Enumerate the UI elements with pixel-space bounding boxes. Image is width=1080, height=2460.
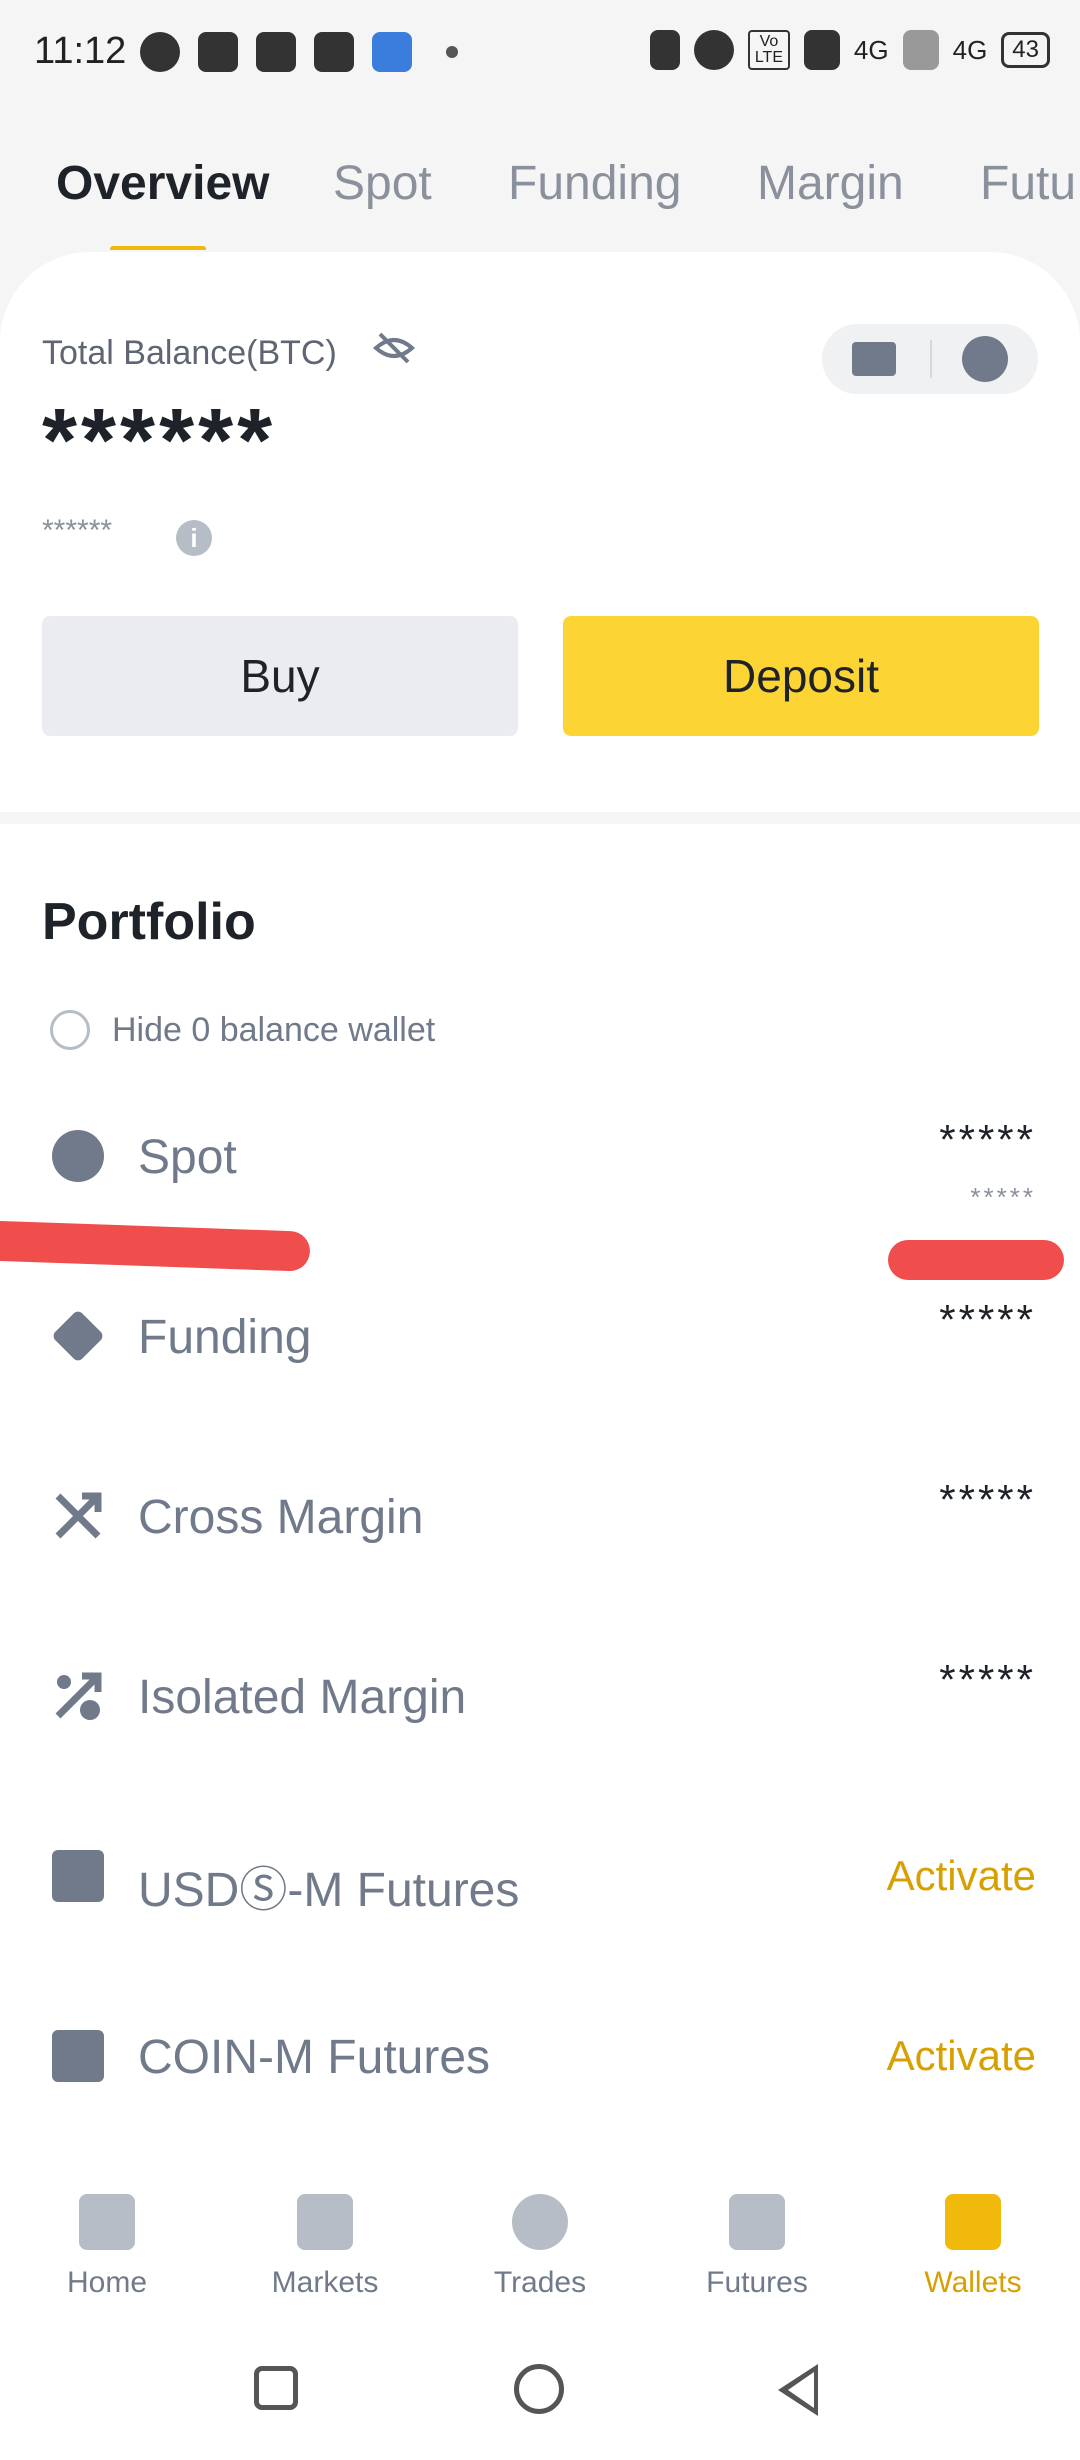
portfolio-row-funding[interactable]: Funding ***** (0, 1276, 1080, 1396)
wifi-icon (693, 30, 734, 70)
vibrate-icon (649, 30, 680, 70)
balance-fiat-value: ****** (42, 514, 113, 547)
tab-overview[interactable]: Overview (56, 156, 269, 211)
active-tab-indicator (110, 246, 206, 250)
game-controller-icon-2 (256, 32, 296, 72)
chart-view-toggle (822, 324, 1038, 394)
total-balance-value: ****** (42, 391, 277, 491)
wallet-icon (945, 2194, 1001, 2250)
wallet-name: COIN-M Futures (138, 2031, 491, 2084)
buy-button[interactable]: Buy (42, 616, 518, 736)
nav-label: Futures (706, 2266, 808, 2299)
wallet-value: ***** (939, 1476, 1036, 1523)
tab-margin[interactable]: Margin (757, 156, 904, 211)
pie-chart-icon[interactable] (962, 336, 1008, 382)
nav-home[interactable]: Home (22, 2194, 192, 2300)
system-icons: Vo LTE 4G 4G 43 (649, 30, 1050, 70)
volte-icon: Vo LTE (747, 30, 790, 70)
notification-icons (140, 32, 458, 72)
tab-futures[interactable]: Futu (980, 156, 1076, 211)
wallet-tabs: Overview Spot Funding Margin Futu (0, 140, 1080, 250)
red-annotation-stroke-left (0, 1220, 311, 1272)
nav-label: Trades (493, 2266, 587, 2299)
activate-link[interactable]: Activate (887, 1852, 1036, 1900)
portfolio-row-spot[interactable]: Spot ***** ***** (0, 1096, 1080, 1216)
nav-wallets[interactable]: Wallets (888, 2194, 1058, 2300)
deposit-button[interactable]: Deposit (563, 616, 1039, 736)
nav-label: Wallets (924, 2266, 1022, 2299)
total-balance-label: Total Balance(BTC) (42, 334, 337, 372)
usd-futures-icon (52, 1850, 104, 1902)
wallet-value: ***** (939, 1656, 1036, 1703)
wallet-name: USDⓈ-M Futures (138, 1864, 520, 1917)
wallet-name: Cross Margin (138, 1491, 424, 1544)
gmail-icon (314, 32, 354, 72)
wallet-name: Isolated Margin (138, 1671, 467, 1724)
wallet-name: Funding (138, 1311, 312, 1364)
funding-icon (51, 1309, 105, 1363)
nav-trades[interactable]: Trades (455, 2194, 625, 2300)
home-icon (79, 2194, 135, 2250)
bottom-navigation: Home Markets Trades Futures Wallets (0, 2160, 1080, 2320)
nav-futures[interactable]: Futures (672, 2194, 842, 2300)
info-icon[interactable]: i (176, 520, 212, 556)
line-chart-icon[interactable] (852, 342, 896, 376)
nav-markets[interactable]: Markets (240, 2194, 410, 2300)
back-icon[interactable] (778, 2364, 818, 2416)
wallet-value: ***** (939, 1116, 1036, 1163)
cross-margin-icon (55, 1492, 102, 1539)
network-label-1: 4G (853, 34, 889, 65)
home-circle-icon[interactable] (514, 2364, 564, 2414)
portfolio-row-usd-futures[interactable]: USDⓈ-M Futures Activate (0, 1816, 1080, 1936)
portfolio-row-cross-margin[interactable]: Cross Margin ***** (0, 1456, 1080, 1576)
markets-icon (297, 2194, 353, 2250)
wallet-sub-value: ***** (970, 1182, 1036, 1212)
signal-icon (803, 30, 840, 70)
messenger-icon (140, 32, 180, 72)
portfolio-row-isolated-margin[interactable]: Isolated Margin ***** (0, 1636, 1080, 1756)
isolated-margin-icon (55, 1672, 102, 1720)
activate-link[interactable]: Activate (887, 2032, 1036, 2080)
futures-icon (729, 2194, 785, 2250)
tab-funding[interactable]: Funding (508, 156, 681, 211)
signal-icon-2 (902, 30, 939, 70)
portfolio-section: Portfolio Hide 0 balance wallet Spot ***… (0, 824, 1080, 2164)
battery-icon: 43 (1001, 32, 1050, 68)
wallet-value: ***** (939, 1296, 1036, 1343)
status-time: 11:12 (34, 30, 127, 72)
nav-label: Home (66, 2266, 148, 2299)
portfolio-title: Portfolio (42, 893, 256, 951)
hide-zero-label: Hide 0 balance wallet (112, 1010, 436, 1049)
system-navigation-bar (0, 2320, 1080, 2460)
recent-apps-icon[interactable] (254, 2366, 298, 2410)
game-controller-icon (198, 32, 238, 72)
trades-icon (512, 2194, 568, 2250)
tab-spot[interactable]: Spot (333, 156, 432, 211)
hide-zero-radio[interactable] (50, 1010, 90, 1050)
toggle-divider (930, 340, 932, 378)
cake-icon (372, 32, 412, 72)
coin-futures-icon (52, 2030, 104, 2082)
status-bar: 11:12 Vo LTE 4G 4G 43 (0, 0, 1080, 110)
wallet-name: Spot (138, 1131, 237, 1184)
more-dot-icon (446, 46, 458, 58)
balance-card: Total Balance(BTC) ****** ****** i Buy D… (0, 252, 1080, 812)
nav-label: Markets (271, 2266, 379, 2299)
network-label-2: 4G (952, 34, 988, 65)
hide-zero-balance-toggle[interactable]: Hide 0 balance wallet (50, 1010, 435, 1050)
spot-icon (52, 1130, 104, 1182)
eye-off-icon[interactable] (372, 330, 416, 366)
portfolio-row-coin-futures[interactable]: COIN-M Futures Activate (0, 1996, 1080, 2116)
red-annotation-stroke-right (888, 1240, 1064, 1280)
